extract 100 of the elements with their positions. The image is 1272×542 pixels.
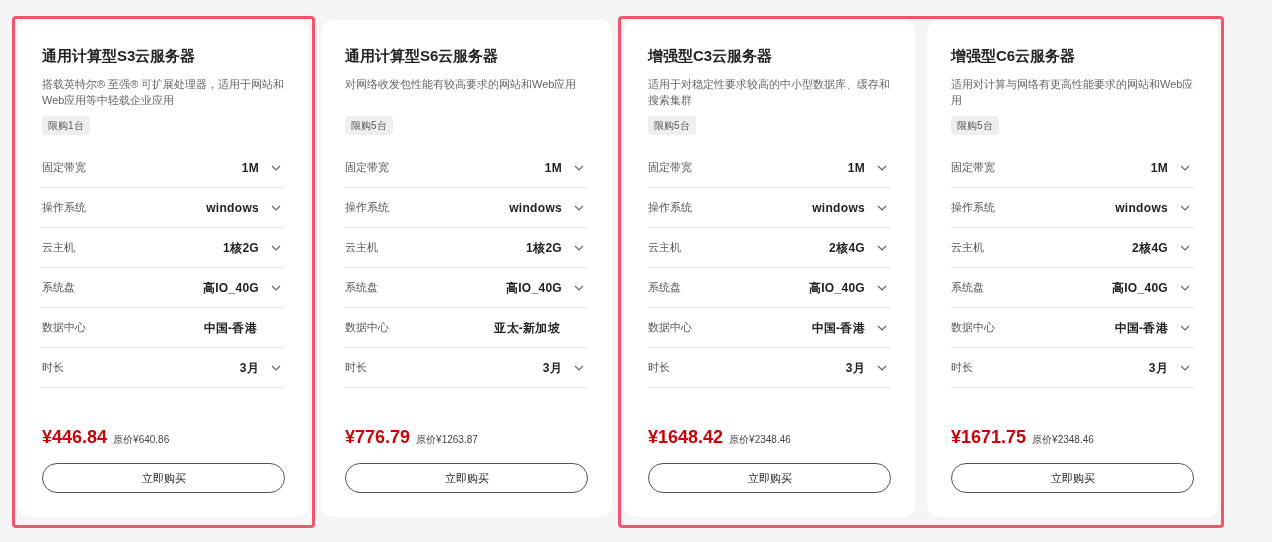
spec-label: 时长 <box>951 360 973 376</box>
spec-label: 云主机 <box>648 240 681 256</box>
spec-label: 云主机 <box>951 240 984 256</box>
chevron-down-icon <box>877 164 887 171</box>
spec-label: 云主机 <box>42 240 75 256</box>
spec-label: 系统盘 <box>42 280 75 296</box>
original-price: 原价¥2348.46 <box>1032 433 1094 447</box>
chevron-down-icon <box>271 204 281 211</box>
spec-value: windows <box>1115 199 1168 217</box>
spec-row[interactable]: 操作系统 windows <box>345 188 588 228</box>
spec-label: 操作系统 <box>345 200 389 216</box>
original-price: 原价¥640.86 <box>113 433 170 447</box>
spec-row[interactable]: 时长 3月 <box>648 348 891 388</box>
chevron-down-icon <box>1180 284 1190 291</box>
spec-row[interactable]: 操作系统 windows <box>42 188 285 228</box>
price: ¥1671.75 <box>951 426 1027 449</box>
spec-value: 3月 <box>542 359 562 377</box>
chevron-down-icon <box>1180 364 1190 371</box>
chevron-down-icon <box>1180 244 1190 251</box>
spec-row[interactable]: 云主机 2核4G <box>951 228 1194 268</box>
chevron-down-icon <box>574 284 584 291</box>
spec-row[interactable]: 固定带宽 1M <box>951 148 1194 188</box>
spec-label: 固定带宽 <box>345 160 389 176</box>
spec-row[interactable]: 时长 3月 <box>42 348 285 388</box>
spec-value: 1M <box>241 159 259 177</box>
spec-label: 操作系统 <box>648 200 692 216</box>
spec-row[interactable]: 云主机 2核4G <box>648 228 891 268</box>
card-title: 通用计算型S3云服务器 <box>42 46 197 66</box>
spec-value: 高IO_40G <box>505 279 562 297</box>
spec-row[interactable]: 系统盘 高IO_40G <box>951 268 1194 308</box>
chevron-down-icon <box>271 244 281 251</box>
chevron-down-icon <box>574 244 584 251</box>
chevron-down-icon <box>271 164 281 171</box>
spec-row[interactable]: 数据中心 中国-香港 <box>648 308 891 348</box>
spec-value: 1核2G <box>223 239 259 257</box>
spec-value: 高IO_40G <box>1111 279 1168 297</box>
spec-row[interactable]: 系统盘 高IO_40G <box>345 268 588 308</box>
spec-value: 2核4G <box>1132 239 1168 257</box>
spec-value: windows <box>812 199 865 217</box>
spec-row[interactable]: 云主机 1核2G <box>345 228 588 268</box>
chevron-down-icon <box>877 364 887 371</box>
spec-value: windows <box>509 199 562 217</box>
spec-value: 1M <box>1150 159 1168 177</box>
original-price: 原价¥1263.87 <box>416 433 478 447</box>
spec-label: 时长 <box>345 360 367 376</box>
card-title: 增强型C3云服务器 <box>648 46 774 66</box>
spec-row[interactable]: 固定带宽 1M <box>648 148 891 188</box>
chevron-down-icon <box>574 204 584 211</box>
spec-row[interactable]: 固定带宽 1M <box>42 148 285 188</box>
chevron-down-icon <box>877 324 887 331</box>
spec-row[interactable]: 固定带宽 1M <box>345 148 588 188</box>
spec-value: 1核2G <box>526 239 562 257</box>
limit-tag: 限购5台 <box>648 116 696 135</box>
spec-row[interactable]: 云主机 1核2G <box>42 228 285 268</box>
spec-label: 操作系统 <box>42 200 86 216</box>
spec-label: 时长 <box>648 360 670 376</box>
chevron-down-icon <box>1180 164 1190 171</box>
spec-label: 系统盘 <box>951 280 984 296</box>
buy-button[interactable]: 立即购买 <box>345 463 588 493</box>
spec-label: 云主机 <box>345 240 378 256</box>
spec-label: 时长 <box>42 360 64 376</box>
spec-label: 操作系统 <box>951 200 995 216</box>
spec-value: 中国-香港 <box>811 319 865 337</box>
chevron-down-icon <box>271 284 281 291</box>
price: ¥446.84 <box>42 426 108 449</box>
spec-value: 高IO_40G <box>202 279 259 297</box>
spec-value: 3月 <box>845 359 865 377</box>
buy-button[interactable]: 立即购买 <box>648 463 891 493</box>
spec-row[interactable]: 时长 3月 <box>345 348 588 388</box>
card-description: 适用于对稳定性要求较高的中小型数据库、缓存和搜索集群 <box>648 77 891 108</box>
spec-label: 固定带宽 <box>648 160 692 176</box>
buy-button[interactable]: 立即购买 <box>951 463 1194 493</box>
chevron-down-icon <box>271 364 281 371</box>
spec-value: 3月 <box>1148 359 1168 377</box>
spec-row[interactable]: 时长 3月 <box>951 348 1194 388</box>
spec-label: 数据中心 <box>345 320 389 336</box>
buy-button[interactable]: 立即购买 <box>42 463 285 493</box>
spec-row[interactable]: 数据中心 中国-香港 <box>951 308 1194 348</box>
spec-row[interactable]: 系统盘 高IO_40G <box>648 268 891 308</box>
spec-label: 系统盘 <box>648 280 681 296</box>
spec-label: 系统盘 <box>345 280 378 296</box>
spec-label: 数据中心 <box>951 320 995 336</box>
chevron-down-icon <box>877 204 887 211</box>
spec-label: 数据中心 <box>648 320 692 336</box>
card-title: 增强型C6云服务器 <box>951 46 1077 66</box>
chevron-down-icon <box>574 164 584 171</box>
spec-label: 固定带宽 <box>42 160 86 176</box>
spec-row[interactable]: 系统盘 高IO_40G <box>42 268 285 308</box>
spec-row[interactable]: 操作系统 windows <box>951 188 1194 228</box>
spec-value: 2核4G <box>829 239 865 257</box>
spec-value: 1M <box>847 159 865 177</box>
limit-tag: 限购1台 <box>42 116 90 135</box>
original-price: 原价¥2348.46 <box>729 433 791 447</box>
chevron-down-icon <box>1180 204 1190 211</box>
card-description: 搭载英特尔® 至强® 可扩展处理器，适用于网站和Web应用等中轻载企业应用 <box>42 77 285 108</box>
spec-row[interactable]: 操作系统 windows <box>648 188 891 228</box>
price: ¥1648.42 <box>648 426 724 449</box>
chevron-down-icon <box>877 244 887 251</box>
spec-value: 中国-香港 <box>203 319 257 337</box>
limit-tag: 限购5台 <box>345 116 393 135</box>
